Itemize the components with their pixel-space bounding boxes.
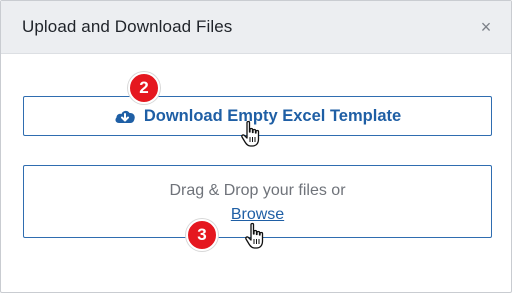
dropzone-text: Drag & Drop your files or: [169, 182, 346, 199]
hand-pointer-icon: [245, 222, 264, 249]
dialog-header: Upload and Download Files ×: [1, 1, 511, 54]
cloud-download-icon: [115, 110, 135, 123]
browse-link[interactable]: Browse: [231, 206, 284, 223]
step-badge-download: 2: [128, 72, 160, 104]
dialog-title: Upload and Download Files: [22, 17, 233, 36]
hand-pointer-icon: [241, 120, 260, 147]
step-badge-browse: 3: [186, 219, 218, 251]
download-template-label: Download Empty Excel Template: [143, 106, 402, 125]
close-icon[interactable]: ×: [477, 17, 495, 37]
